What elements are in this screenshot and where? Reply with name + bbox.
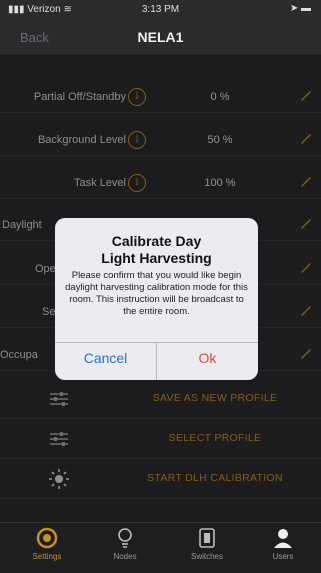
dialog-title-line-2: Light Harvesting: [101, 250, 212, 266]
lightbulb-icon: [118, 528, 132, 548]
dialog-title: Calibrate Day Light Harvesting: [55, 233, 258, 267]
tab-label: Switches: [190, 552, 223, 561]
tab-switches[interactable]: Switches: [172, 527, 242, 561]
tab-label: Nodes: [113, 552, 137, 561]
switch-icon: [199, 528, 215, 548]
dialog-title-line-1: Calibrate Day: [111, 233, 202, 249]
nav-bar: Back NELA1: [0, 18, 321, 55]
settings-icon: [36, 527, 58, 549]
battery-icon: ➤ ▬: [289, 3, 311, 14]
page-title: NELA1: [137, 29, 184, 45]
clock: 3:13 PM: [141, 4, 180, 15]
user-icon: [274, 529, 292, 548]
dialog-message: Please confirm that you would like begin…: [65, 270, 248, 317]
tab-settings[interactable]: Settings: [12, 527, 82, 561]
tab-label: Settings: [32, 552, 62, 561]
cancel-button[interactable]: Cancel: [55, 350, 156, 366]
tab-users[interactable]: Users: [248, 527, 318, 561]
status-bar: ▮▮▮ Verizon ≋ 3:13 PM ➤ ▬: [0, 0, 321, 18]
tab-label: Users: [272, 552, 294, 561]
tab-bar: Settings Nodes Switches Users: [0, 522, 321, 573]
ok-button[interactable]: Ok: [157, 350, 258, 366]
tab-nodes[interactable]: Nodes: [90, 527, 160, 561]
calibration-dialog: Calibrate Day Light Harvesting Please co…: [55, 218, 258, 380]
